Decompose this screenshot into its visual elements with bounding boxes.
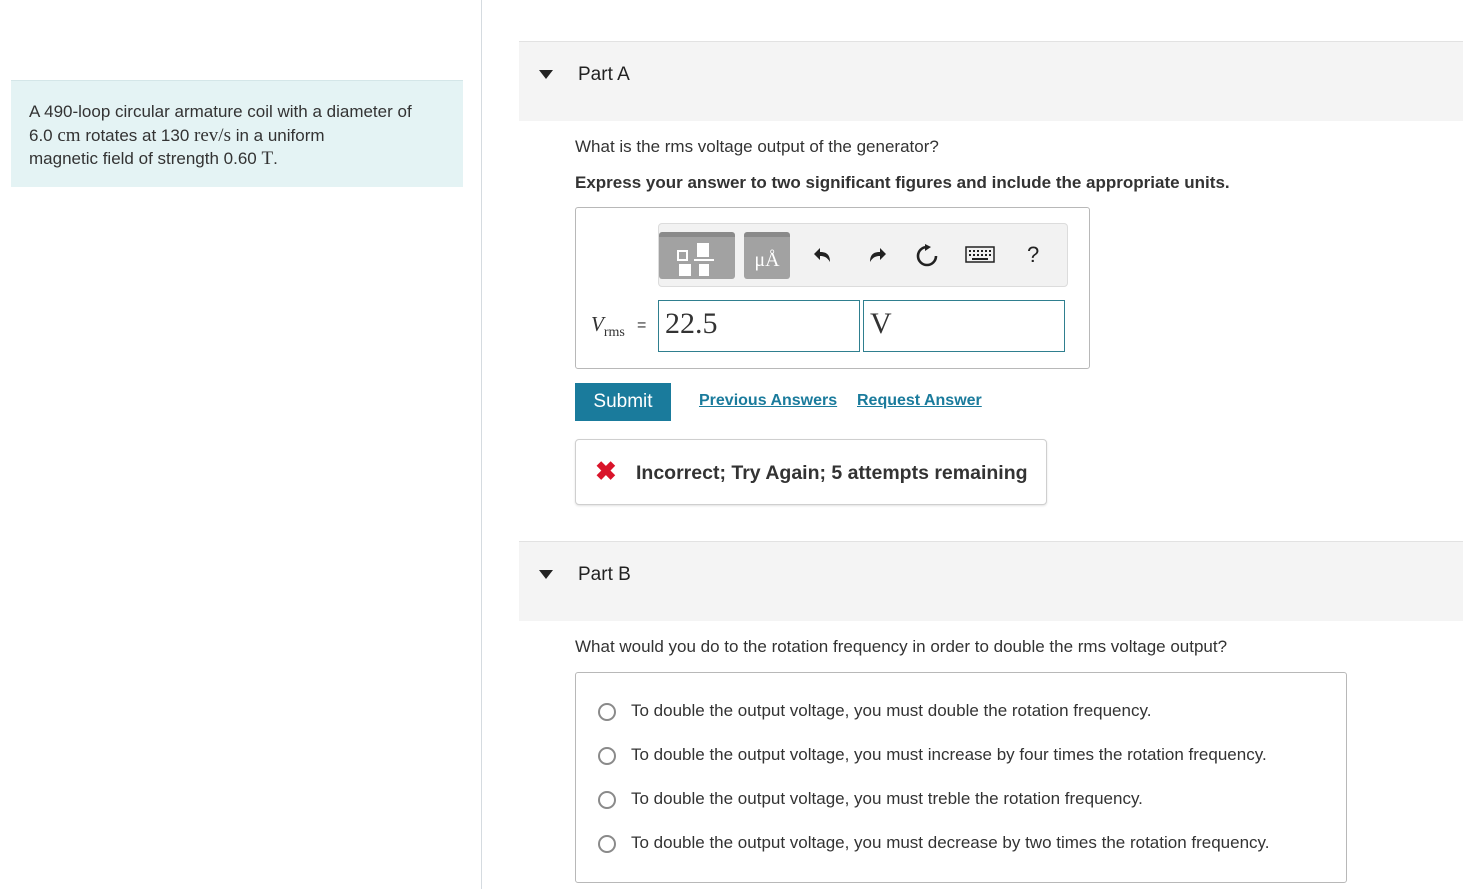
diameter-value: 6.0: [29, 125, 53, 145]
field-unit: T: [261, 148, 274, 169]
collapse-caret-icon[interactable]: [539, 70, 553, 79]
feedback-box: ✖ Incorrect; Try Again; 5 attempts remai…: [575, 439, 1047, 505]
problem-statement: A 490-loop circular armature coil with a…: [11, 80, 463, 187]
radio-button[interactable]: [598, 791, 616, 809]
problem-text: in a uniform: [235, 125, 325, 145]
diameter-unit: cm: [57, 124, 81, 146]
units-icon: μÅ: [754, 249, 780, 271]
redo-icon[interactable]: [866, 244, 888, 270]
part-b-title: Part B: [578, 564, 631, 585]
problem-text: magnetic field of strength 0.60: [29, 149, 257, 168]
part-a-question: What is the rms voltage output of the ge…: [575, 137, 939, 156]
options-list: To double the output voltage, you must d…: [575, 672, 1347, 883]
radio-button[interactable]: [598, 747, 616, 765]
keyboard-icon[interactable]: [965, 244, 995, 268]
equals-sign: =: [637, 317, 647, 334]
option-label[interactable]: To double the output voltage, you must d…: [631, 833, 1270, 853]
templates-button[interactable]: [659, 232, 735, 279]
frequency-unit: rev/s: [194, 124, 231, 146]
problem-period: .: [273, 149, 278, 168]
previous-answers-link[interactable]: Previous Answers: [699, 392, 837, 410]
collapse-caret-icon[interactable]: [539, 570, 553, 579]
radio-button[interactable]: [598, 703, 616, 721]
units-input[interactable]: V: [863, 300, 1065, 352]
option-label[interactable]: To double the output voltage, you must d…: [631, 701, 1151, 721]
feedback-message: Incorrect; Try Again; 5 attempts remaini…: [636, 462, 1028, 484]
part-a-header[interactable]: Part A: [519, 41, 1463, 121]
reset-icon[interactable]: [915, 244, 939, 272]
option-label[interactable]: To double the output voltage, you must t…: [631, 789, 1143, 809]
problem-text: A 490-loop circular armature coil with a…: [29, 102, 412, 121]
panel-divider: [481, 0, 482, 889]
radio-button[interactable]: [598, 835, 616, 853]
submit-button[interactable]: Submit: [575, 383, 671, 421]
help-icon[interactable]: ?: [1027, 244, 1039, 266]
answer-box: μÅ ? Vrms = 22.5 V: [575, 207, 1090, 369]
option-label[interactable]: To double the output voltage, you must i…: [631, 745, 1267, 765]
units-button[interactable]: μÅ: [744, 232, 790, 279]
x-icon: ✖: [595, 456, 617, 486]
part-a-instruction: Express your answer to two significant f…: [575, 173, 1230, 192]
request-answer-link[interactable]: Request Answer: [857, 392, 982, 410]
variable-label: Vrms: [591, 312, 625, 341]
part-b-header[interactable]: Part B: [519, 541, 1463, 621]
undo-icon[interactable]: [812, 244, 834, 270]
value-input[interactable]: 22.5: [658, 300, 860, 352]
part-b-question: What would you do to the rotation freque…: [575, 637, 1228, 656]
part-a-title: Part A: [578, 64, 630, 85]
math-toolbar: μÅ ?: [658, 223, 1068, 287]
problem-text: rotates at 130: [85, 125, 190, 145]
